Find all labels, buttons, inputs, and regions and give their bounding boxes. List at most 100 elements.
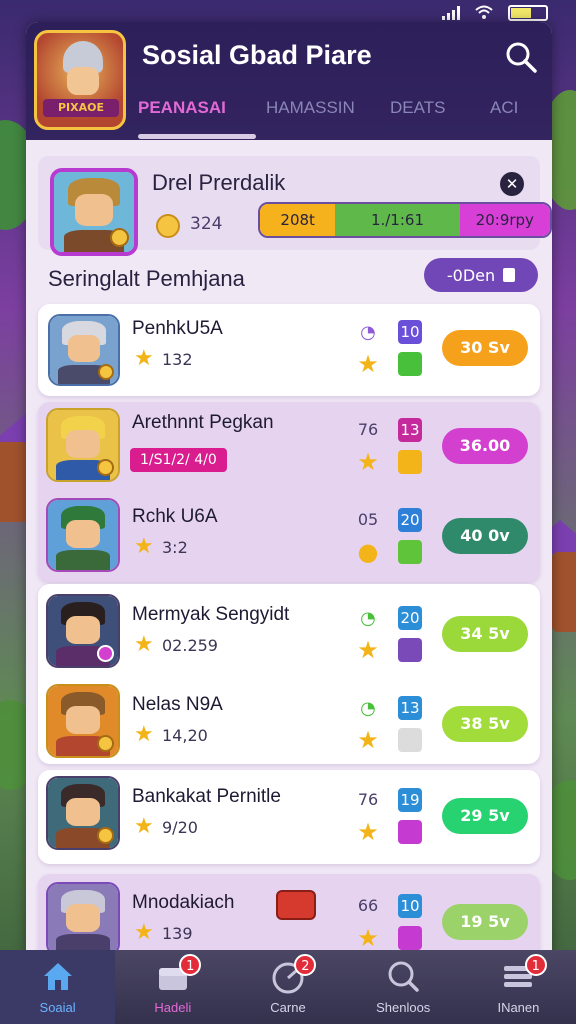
player-name: Bankakat Pernitle xyxy=(132,786,281,807)
avatar xyxy=(46,408,120,482)
nav-label: INanen xyxy=(497,1000,540,1015)
list-item[interactable]: PenhkU5A ★ 132 ◔ 10 ★ 30 Sv xyxy=(38,304,540,394)
tab-deats[interactable]: DEATS xyxy=(390,94,490,130)
player-name: PenhkU5A xyxy=(132,318,223,339)
avatar xyxy=(48,314,120,386)
player-level: 13 xyxy=(398,418,422,442)
gem-icon xyxy=(398,820,422,844)
player-stat: 66 xyxy=(357,896,379,915)
list-item[interactable]: Rchk U6A ★ 3:2 05 20 ● 40 0v xyxy=(38,492,540,582)
gem-icon xyxy=(398,540,422,564)
player-name: Mermyak Sengyidt xyxy=(132,604,290,625)
featured-player-name: Drel Prerdalik xyxy=(152,170,286,195)
clock-icon: ◔ xyxy=(360,698,376,719)
clock-icon: ◔ xyxy=(360,608,376,629)
gem-icon xyxy=(398,728,422,752)
player-score: 9/20 xyxy=(162,818,198,837)
player-level: 19 xyxy=(398,788,422,812)
player-name: Rchk U6A xyxy=(132,506,218,527)
notification-badge: 1 xyxy=(179,954,202,976)
progress-segment: 208t xyxy=(260,204,336,236)
reward-button[interactable]: 30 Sv xyxy=(442,330,528,366)
list-item[interactable]: Mermyak Sengyidt ★ 02.259 ◔ 20 ★ 34 5v xyxy=(38,590,540,680)
player-level: 20 xyxy=(398,606,422,630)
app-window: PIXAOE Sosial Gbad Piare PEANASAI HAMASS… xyxy=(26,22,552,1024)
avatar xyxy=(46,498,120,572)
player-score: 02.259 xyxy=(162,636,218,655)
tab-peanasai[interactable]: PEANASAI xyxy=(138,94,266,130)
filter-button[interactable]: -0Den xyxy=(424,258,538,292)
reward-button[interactable]: 19 5v xyxy=(442,904,528,940)
tab-hamassin[interactable]: HAMASSIN xyxy=(266,94,390,130)
close-icon[interactable]: ✕ xyxy=(500,172,524,196)
player-stat: 05 xyxy=(357,510,379,529)
star-icon: ★ xyxy=(134,722,154,747)
page-title: Sosial Gbad Piare xyxy=(142,40,372,70)
featured-progress-bar: 208t 1./1:61 20:9rpy xyxy=(258,202,552,238)
clock-icon: ◔ xyxy=(360,322,376,343)
active-tab-indicator xyxy=(138,134,256,139)
game-logo: PIXAOE xyxy=(34,30,126,130)
player-stat: 76 xyxy=(357,790,379,809)
section-title: Seringlalt Pemhjana xyxy=(48,266,245,291)
status-badge: 1/S1/2/ 4/0 xyxy=(130,448,227,472)
player-score: 3:2 xyxy=(162,538,188,557)
star-icon: ★ xyxy=(134,632,154,657)
list-item[interactable]: Arethnnt Pegkan 1/S1/2/ 4/0 76 13 ★ 36.0… xyxy=(38,402,540,492)
player-level: 10 xyxy=(398,894,422,918)
gem-icon xyxy=(398,638,422,662)
player-level: 13 xyxy=(398,696,422,720)
coin-icon: ● xyxy=(357,538,379,566)
star-icon: ★ xyxy=(134,346,154,371)
star-icon: ★ xyxy=(134,920,154,945)
star-icon: ★ xyxy=(357,350,379,378)
coin-icon xyxy=(156,214,180,238)
player-level: 10 xyxy=(398,320,422,344)
search-icon[interactable] xyxy=(504,40,538,74)
featured-player-card[interactable]: Drel Prerdalik ✕ 324 208t 1./1:61 20:9rp… xyxy=(38,156,552,256)
notification-badge: 1 xyxy=(524,954,547,976)
nav-item-soaial[interactable]: Soaial xyxy=(0,950,116,1024)
star-icon: ★ xyxy=(357,818,379,846)
nav-label: Shenloos xyxy=(376,1000,431,1015)
nav-item-carne[interactable]: 2 Carne xyxy=(230,950,345,1024)
reward-button[interactable]: 34 5v xyxy=(442,616,528,652)
logo-text: PIXAOE xyxy=(43,99,119,117)
avatar xyxy=(46,882,120,956)
list-item[interactable]: Bankakat Pernitle ★ 9/20 76 19 ★ 29 5v xyxy=(38,772,540,862)
gem-icon xyxy=(398,352,422,376)
nav-item-inanen[interactable]: 1 INanen xyxy=(461,950,576,1024)
player-name: Arethnnt Pegkan xyxy=(132,412,274,433)
star-icon: ★ xyxy=(357,636,379,664)
avatar xyxy=(46,594,120,668)
reward-button[interactable]: 40 0v xyxy=(442,518,528,554)
nav-item-hadeli[interactable]: 1 Hadeli xyxy=(115,950,230,1024)
signal-icon xyxy=(442,6,460,20)
reward-button[interactable]: 29 5v xyxy=(442,798,528,834)
wifi-icon xyxy=(475,5,493,19)
filter-label: -0Den xyxy=(446,265,496,285)
avatar xyxy=(46,776,120,850)
player-score: 14,20 xyxy=(162,726,208,745)
player-name: Nelas N9A xyxy=(132,694,223,715)
featured-coin-count: 324 xyxy=(190,214,223,234)
reward-button[interactable]: 36.00 xyxy=(442,428,528,464)
progress-segment: 1./1:61 xyxy=(335,204,460,236)
player-level: 20 xyxy=(398,508,422,532)
notification-badge: 2 xyxy=(294,954,317,976)
player-score: 139 xyxy=(162,924,193,943)
chest-icon xyxy=(276,890,316,920)
house-decoration xyxy=(0,442,28,522)
house-decoration xyxy=(552,552,576,632)
battery-icon xyxy=(508,5,548,21)
header: PIXAOE Sosial Gbad Piare PEANASAI HAMASS… xyxy=(26,22,552,140)
nav-item-shenloos[interactable]: Shenloos xyxy=(346,950,461,1024)
list-item[interactable]: Nelas N9A ★ 14,20 ◔ 13 ★ 38 5v xyxy=(38,680,540,770)
avatar xyxy=(50,168,138,256)
progress-segment: 20:9rpy xyxy=(459,204,550,236)
tab-aci[interactable]: ACI xyxy=(490,94,540,130)
reward-button[interactable]: 38 5v xyxy=(442,706,528,742)
home-icon xyxy=(43,963,72,990)
nav-label: Hadeli xyxy=(154,1000,192,1015)
clipboard-icon xyxy=(503,268,516,282)
